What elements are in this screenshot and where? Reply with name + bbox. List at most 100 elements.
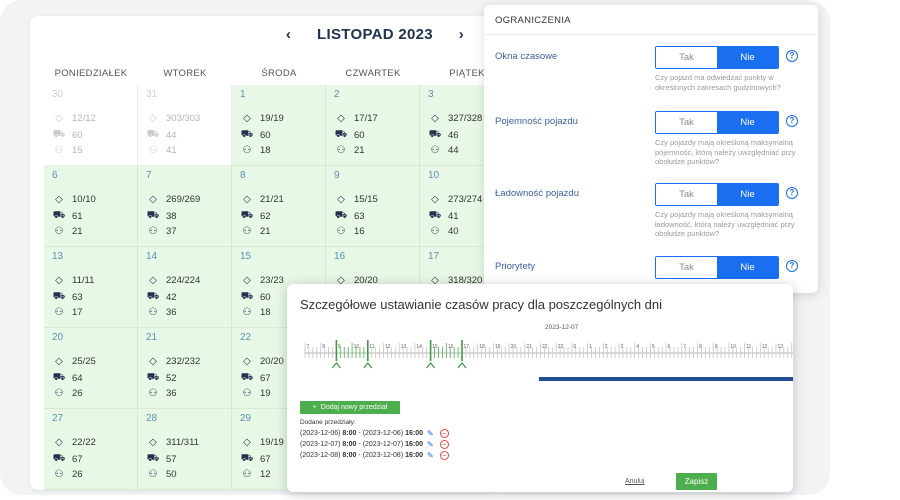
help-icon[interactable]: ? xyxy=(786,260,798,272)
day-stops-value: 303/303 xyxy=(166,113,201,124)
day-stops: ◇ 12/12 xyxy=(52,113,96,124)
day-stops: ◇ 19/19 xyxy=(240,113,284,124)
handle-caret-icon[interactable] xyxy=(331,362,341,369)
weekday-label: CZWARTEK xyxy=(345,68,401,79)
day-number: 13 xyxy=(52,251,64,262)
calendar-day-cell[interactable]: 6 ◇ 10/10 ⛟ 61 ⚇ 21 xyxy=(44,166,138,247)
tag-icon: ◇ xyxy=(55,113,63,124)
timeline-hour-label: 8 xyxy=(699,344,702,350)
next-month-button[interactable]: › xyxy=(451,26,471,43)
truck-icon: ⛟ xyxy=(52,129,66,140)
calendar-day-cell[interactable]: 2 ◇ 17/17 ⛟ 60 ⚇ 21 xyxy=(326,85,420,166)
timeline-hour-label: 2 xyxy=(605,344,608,350)
timeline-hour-label: 23 xyxy=(558,344,564,350)
day-stops: ◇ 23/23 xyxy=(240,275,284,286)
tag-icon: ◇ xyxy=(431,113,439,124)
calendar-day-cell[interactable]: 13 ◇ 11/11 ⛟ 63 ⚇ 17 xyxy=(44,247,138,328)
remove-icon[interactable]: − xyxy=(439,451,449,460)
constraint-description: Czy pojazdy mają określoną maksymalną ła… xyxy=(655,210,795,238)
handle-caret-icon[interactable] xyxy=(457,362,467,369)
truck-icon: ⛟ xyxy=(334,129,348,140)
day-drivers-value: 50 xyxy=(166,469,177,480)
interval-from-time: 8:00 xyxy=(342,430,357,437)
help-icon[interactable]: ? xyxy=(786,187,798,199)
tag-icon: ◇ xyxy=(431,194,439,205)
handle-caret-icon[interactable] xyxy=(363,362,373,369)
toggle-no[interactable]: Nie xyxy=(717,184,778,205)
day-vehicles-value: 60 xyxy=(260,130,271,141)
truck-icon: ⛟ xyxy=(428,210,442,221)
interval-to-date: (2023-12-08) xyxy=(362,452,404,459)
day-drivers-value: 40 xyxy=(448,226,459,237)
day-vehicles: ⛟ 64 xyxy=(52,372,83,385)
truck-icon: ⛟ xyxy=(428,129,442,140)
toggle-yes[interactable]: Tak xyxy=(656,184,717,205)
calendar-day-cell[interactable]: 1 ◇ 19/19 ⛟ 60 ⚇ 18 xyxy=(232,85,326,166)
interval-from-time: 8:00 xyxy=(342,452,357,459)
yes-no-toggle: Tak Nie xyxy=(655,183,779,206)
day-vehicles: ⛟ 60 xyxy=(52,129,83,142)
handle-caret-icon[interactable] xyxy=(426,362,436,369)
calendar-day-cell[interactable]: 30 ◇ 12/12 ⛟ 60 ⚇ 15 xyxy=(44,85,138,166)
toggle-no[interactable]: Nie xyxy=(717,257,778,278)
day-drivers: ⚇ 36 xyxy=(146,307,177,318)
calendar-day-cell[interactable]: 28 ◇ 311/311 ⛟ 57 ⚇ 50 xyxy=(138,409,232,490)
calendar-day-cell[interactable]: 27 ◇ 22/22 ⛟ 67 ⚇ 26 xyxy=(44,409,138,490)
day-stops: ◇ 19/19 xyxy=(240,437,284,448)
day-drivers: ⚇ 19 xyxy=(240,388,271,399)
toggle-no[interactable]: Nie xyxy=(717,47,778,68)
timeline-hour-label: 20 xyxy=(511,344,517,350)
toggle-yes[interactable]: Tak xyxy=(656,112,717,133)
day-stops-value: 23/23 xyxy=(260,275,284,286)
calendar-day-cell[interactable]: 21 ◇ 232/232 ⛟ 52 ⚇ 36 xyxy=(138,328,232,409)
day-vehicles-value: 38 xyxy=(166,211,177,222)
constraints-title: OGRANICZENIA xyxy=(495,15,571,26)
calendar-header: ‹ LISTOPAD 2023 › xyxy=(30,26,500,48)
calendar-day-cell[interactable]: 9 ◇ 15/15 ⛟ 63 ⚇ 16 xyxy=(326,166,420,247)
day-vehicles: ⛟ 60 xyxy=(240,291,271,304)
help-icon[interactable]: ? xyxy=(786,115,798,127)
tag-icon: ◇ xyxy=(243,194,251,205)
truck-icon: ⛟ xyxy=(146,453,160,464)
day-stops-value: 273/274 xyxy=(448,194,483,205)
tag-icon: ◇ xyxy=(337,113,345,124)
edit-pencil-icon[interactable]: ✎ xyxy=(427,440,434,449)
day-stops-value: 19/19 xyxy=(260,113,284,124)
interval-to-time: 16:00 xyxy=(405,452,424,459)
calendar-day-cell[interactable]: 31 ◇ 303/303 ⛟ 44 ⚇ 41 xyxy=(138,85,232,166)
day-vehicles: ⛟ 62 xyxy=(240,210,271,223)
people-icon: ⚇ xyxy=(242,307,252,318)
tag-icon: ◇ xyxy=(149,194,157,205)
interval-separator: - xyxy=(358,430,361,437)
help-icon[interactable]: ? xyxy=(786,50,798,62)
tag-icon: ◇ xyxy=(55,437,63,448)
toggle-yes[interactable]: Tak xyxy=(656,47,717,68)
people-icon: ⚇ xyxy=(242,388,252,399)
calendar-day-cell[interactable]: 20 ◇ 25/25 ⛟ 64 ⚇ 26 xyxy=(44,328,138,409)
day-drivers: ⚇ 21 xyxy=(240,226,271,237)
remove-icon[interactable]: − xyxy=(439,429,449,438)
toggle-yes[interactable]: Tak xyxy=(656,257,717,278)
add-interval-button[interactable]: + Dodaj nowy przedział xyxy=(300,401,400,414)
timeline-hour-label: 13 xyxy=(778,344,784,350)
prev-month-button[interactable]: ‹ xyxy=(279,26,299,43)
edit-pencil-icon[interactable]: ✎ xyxy=(427,451,434,460)
tag-icon: ◇ xyxy=(55,275,63,286)
people-icon: ⚇ xyxy=(242,469,252,480)
day-number: 9 xyxy=(334,170,340,181)
calendar-day-cell[interactable]: 7 ◇ 269/269 ⛟ 38 ⚇ 37 xyxy=(138,166,232,247)
save-button[interactable]: Zapisz xyxy=(676,473,717,490)
edit-pencil-icon[interactable]: ✎ xyxy=(427,429,434,438)
toggle-no[interactable]: Nie xyxy=(717,112,778,133)
day-stops: ◇ 10/10 xyxy=(52,194,96,205)
cancel-button[interactable]: Anuluj xyxy=(625,478,644,485)
people-icon: ⚇ xyxy=(148,388,158,399)
people-icon: ⚇ xyxy=(430,226,440,237)
people-icon: ⚇ xyxy=(54,226,64,237)
calendar-day-cell[interactable]: 8 ◇ 21/21 ⛟ 62 ⚇ 21 xyxy=(232,166,326,247)
day-stops: ◇ 232/232 xyxy=(146,356,200,367)
calendar-day-cell[interactable]: 14 ◇ 224/224 ⛟ 42 ⚇ 36 xyxy=(138,247,232,328)
day-drivers-value: 21 xyxy=(354,145,365,156)
timeline[interactable]: 7 8 9 10 11 12 13 14 15 16 17 18 19 20 21 22 23 0 1 2 3 4 5 6 7 8… xyxy=(287,338,793,378)
remove-icon[interactable]: − xyxy=(439,440,449,449)
